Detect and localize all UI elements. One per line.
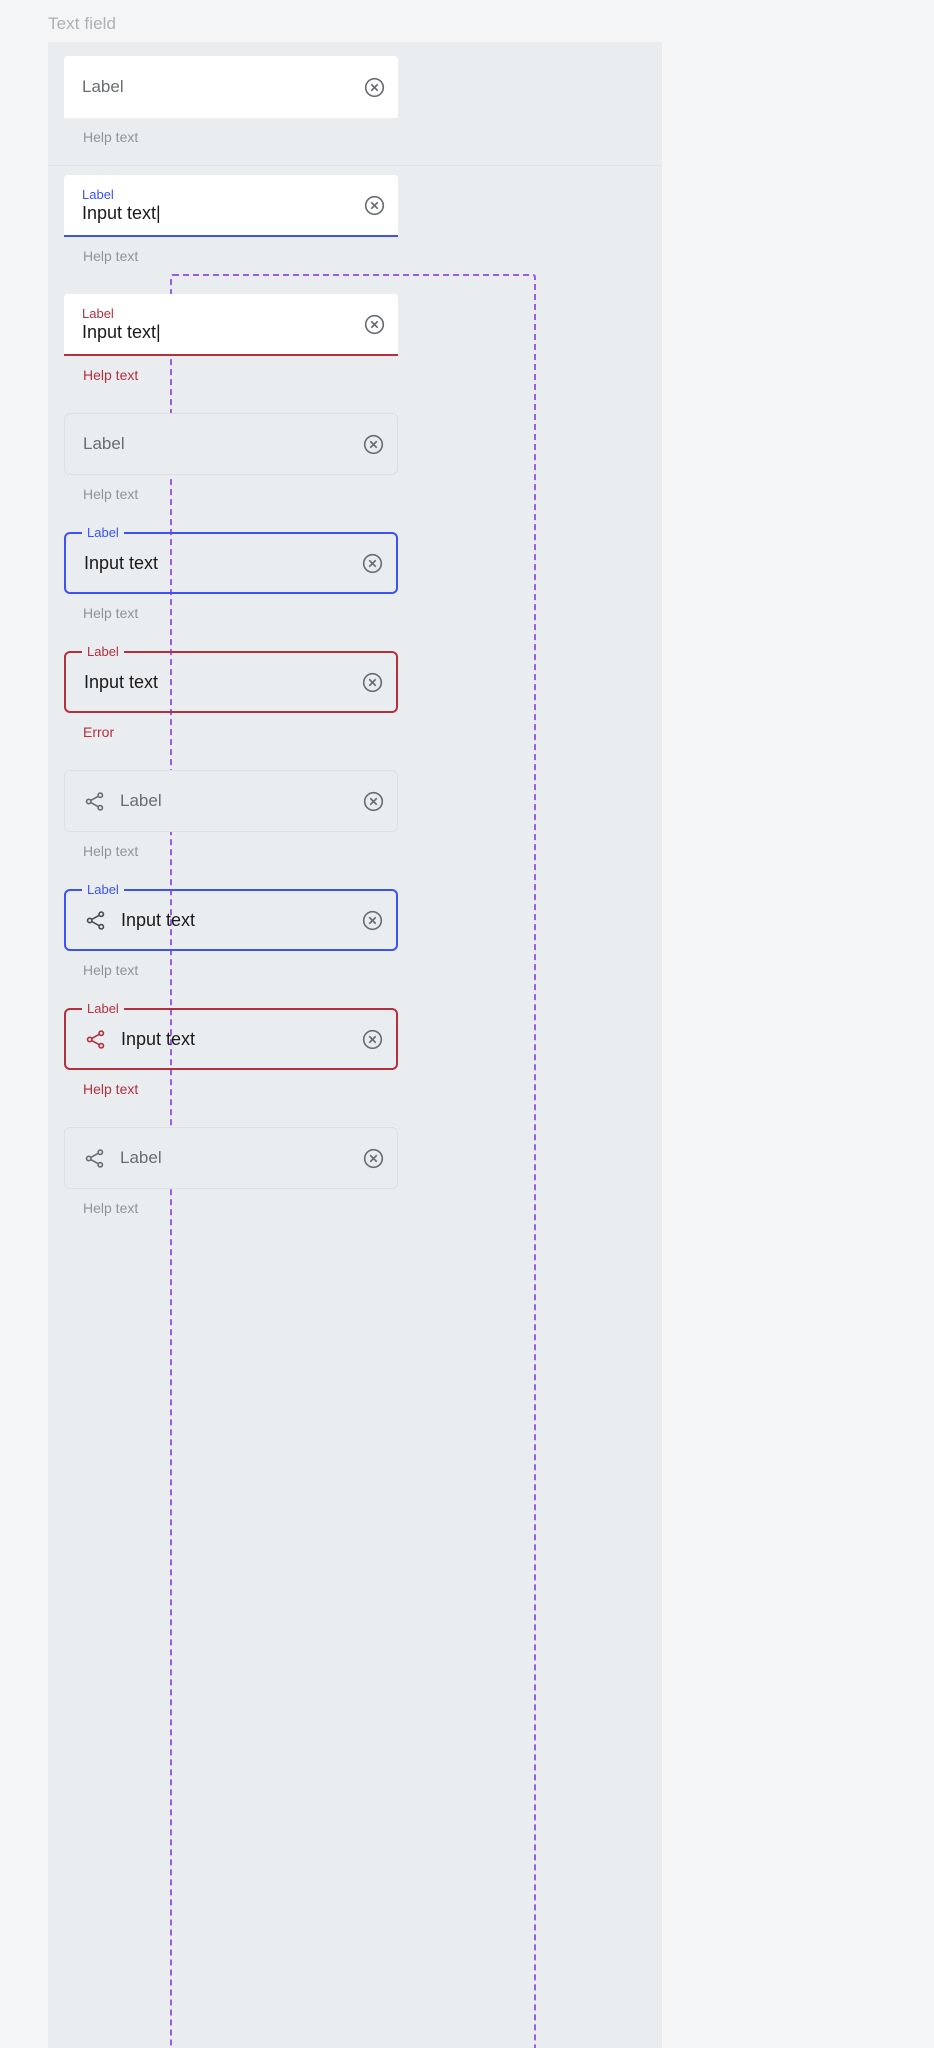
field-label: Label <box>83 434 125 453</box>
text-field-filled-error[interactable]: Label Input text| <box>64 294 398 356</box>
field-body: Label <box>82 77 353 97</box>
share-icon <box>86 1029 105 1049</box>
field-label: Label <box>82 305 114 321</box>
clear-circle-icon[interactable] <box>362 1147 385 1170</box>
field-body: Input text <box>84 672 351 693</box>
breadcrumb: Text field <box>48 14 117 33</box>
text-field-outlined-error[interactable]: Label Input text <box>64 644 398 713</box>
clear-circle-icon[interactable] <box>363 194 386 217</box>
field-value[interactable]: Input text| <box>82 322 353 343</box>
text-field-group: Label Help text <box>64 1127 398 1216</box>
field-body: Label <box>83 434 352 454</box>
field-value[interactable]: Input text <box>84 553 158 574</box>
field-help-text: Help text <box>83 367 139 383</box>
share-icon <box>85 791 104 811</box>
clear-circle-icon[interactable] <box>362 790 385 813</box>
field-help-text: Help text <box>83 843 139 859</box>
field-help-text: Error <box>83 724 115 740</box>
field-label: Label <box>82 77 124 96</box>
field-help-text: Help text <box>83 1081 139 1097</box>
text-field-group: Label Help text <box>64 413 398 502</box>
page-root: Text field Text field Label Help text <box>0 0 934 2048</box>
field-help-text: Help text <box>83 605 139 621</box>
text-field-group: Label Input text Error <box>64 644 398 740</box>
text-field-group: Label Help text <box>64 56 398 145</box>
field-help-text: Help text <box>83 248 139 264</box>
text-field-outlined-focused[interactable]: Label Input text <box>64 525 398 594</box>
field-value[interactable]: Input text <box>121 1029 195 1050</box>
field-value[interactable]: Input text| <box>82 203 353 224</box>
text-field-group: Label Help text <box>64 770 398 859</box>
field-body: Label <box>83 790 352 813</box>
text-field-group: Label Input text Help text <box>64 882 398 978</box>
field-label: Label <box>120 1148 162 1167</box>
text-field-filled-focused[interactable]: Label Input text| <box>64 175 398 237</box>
field-value[interactable]: Input text <box>121 910 195 931</box>
share-icon <box>85 1148 104 1168</box>
field-label: Label <box>82 644 124 660</box>
field-body: Label Input text| <box>82 306 353 343</box>
field-label: Label <box>82 1001 124 1017</box>
clear-circle-icon[interactable] <box>363 313 386 336</box>
field-help-text: Help text <box>83 486 139 502</box>
clear-circle-icon[interactable] <box>361 909 384 932</box>
field-value[interactable]: Input text <box>84 672 158 693</box>
text-field-outlined-default[interactable]: Label <box>64 413 398 475</box>
share-icon <box>86 910 105 930</box>
text-field-group: Label Input text| Help text <box>64 294 398 383</box>
field-label: Label <box>82 525 124 541</box>
field-label: Label <box>120 791 162 810</box>
field-body: Input text <box>84 909 351 932</box>
app-frame: Text field Label Help text <box>48 42 662 2048</box>
clear-circle-icon[interactable] <box>361 552 384 575</box>
clear-circle-icon[interactable] <box>361 1028 384 1051</box>
field-label: Label <box>82 186 114 202</box>
field-body: Input text <box>84 1028 351 1051</box>
text-field-filled-default[interactable]: Label <box>64 56 398 118</box>
field-help-text: Help text <box>83 1200 139 1216</box>
clear-circle-icon[interactable] <box>363 76 386 99</box>
text-field-outlined-default-with-icon[interactable]: Label <box>64 770 398 832</box>
field-body: Label <box>83 1147 352 1170</box>
text-field-list: Label Help text Label Input text| Help t… <box>48 42 414 1246</box>
field-help-text: Help text <box>83 129 139 145</box>
clear-circle-icon[interactable] <box>362 433 385 456</box>
field-body: Input text <box>84 553 351 574</box>
text-field-group: Label Input text Help text <box>64 1001 398 1097</box>
text-field-group: Label Input text| Help text <box>64 175 398 264</box>
text-field-group: Label Input text Help text <box>64 525 398 621</box>
text-field-outlined-error-with-icon[interactable]: Label Input text <box>64 1001 398 1070</box>
field-help-text: Help text <box>83 962 139 978</box>
text-field-outlined-default-with-icon-2[interactable]: Label <box>64 1127 398 1189</box>
field-body: Label Input text| <box>82 187 353 224</box>
text-field-outlined-focused-with-icon[interactable]: Label Input text <box>64 882 398 951</box>
clear-circle-icon[interactable] <box>361 671 384 694</box>
field-label: Label <box>82 882 124 898</box>
